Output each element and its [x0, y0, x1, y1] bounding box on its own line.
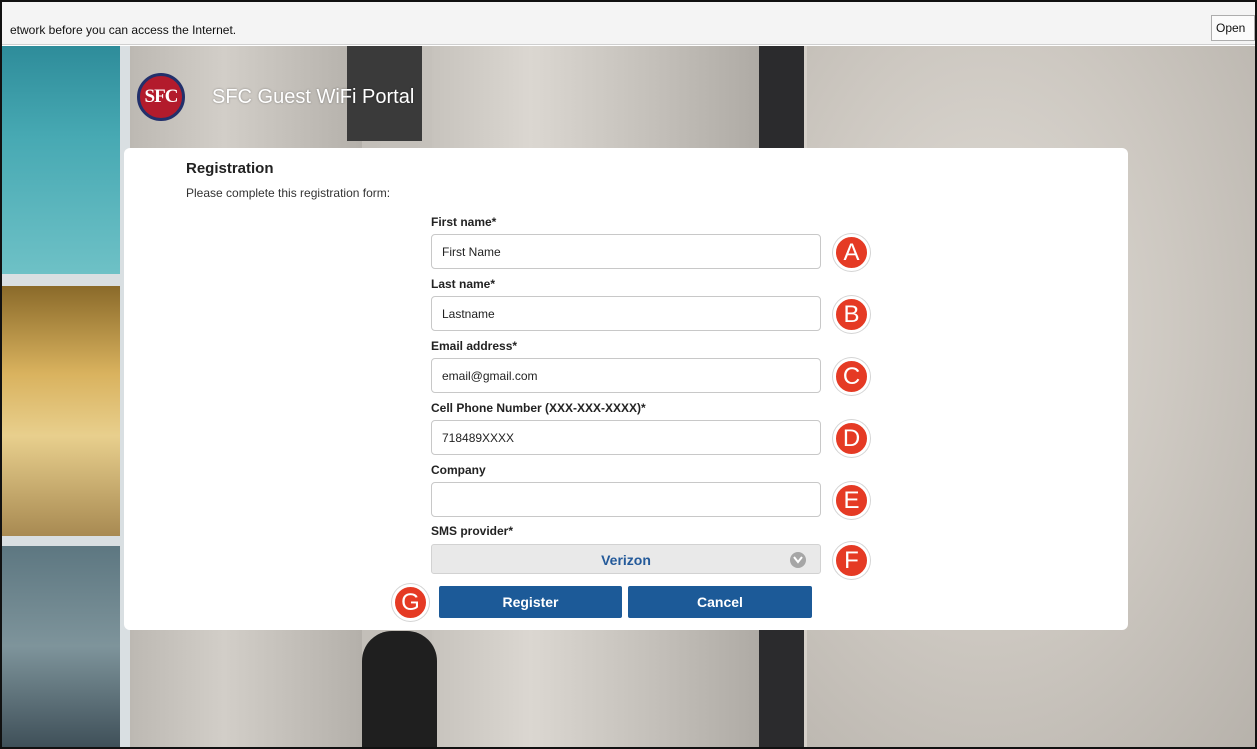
sms-provider-label: SMS provider*	[431, 524, 514, 538]
form-title: Registration	[186, 160, 274, 177]
last-name-label: Last name*	[431, 277, 496, 291]
lamp-post	[362, 631, 437, 747]
first-name-input[interactable]	[431, 234, 821, 269]
window-glass-middle	[2, 286, 120, 536]
email-input[interactable]	[431, 358, 821, 393]
chevron-down-icon	[790, 552, 806, 568]
annotation-badge-c: C	[833, 358, 870, 395]
window-mullion	[2, 536, 120, 546]
registration-panel: Registration Please complete this regist…	[124, 148, 1128, 630]
cancel-button[interactable]: Cancel	[628, 586, 812, 618]
college-logo: SFC	[137, 73, 185, 121]
annotation-badge-f: F	[833, 542, 870, 579]
logo-text: SFC	[144, 86, 179, 107]
sms-provider-select[interactable]: Verizon	[431, 544, 821, 574]
first-name-label: First name*	[431, 215, 497, 229]
annotation-badge-d: D	[833, 420, 870, 457]
portal-title: SFC Guest WiFi Portal	[212, 86, 415, 108]
annotation-badge-e: E	[833, 482, 870, 519]
phone-label: Cell Phone Number (XXX-XXX-XXXX)*	[431, 401, 646, 415]
annotation-badge-a: A	[833, 234, 870, 271]
annotation-badge-b: B	[833, 296, 870, 333]
window-glass-top	[2, 46, 120, 274]
notification-bar: etwork before you can access the Interne…	[2, 2, 1255, 45]
register-button[interactable]: Register	[439, 586, 622, 618]
open-button[interactable]: Open	[1211, 15, 1255, 41]
last-name-input[interactable]	[431, 296, 821, 331]
company-label: Company	[431, 463, 486, 477]
form-subtitle: Please complete this registration form:	[186, 186, 391, 200]
annotation-badge-g: G	[392, 584, 429, 621]
window-mullion	[2, 274, 120, 286]
company-input[interactable]	[431, 482, 821, 517]
sms-provider-value: Verizon	[601, 552, 651, 568]
email-label: Email address*	[431, 339, 518, 353]
notification-text: etwork before you can access the Interne…	[10, 23, 237, 37]
window-glass-bottom	[2, 546, 120, 747]
phone-input[interactable]	[431, 420, 821, 455]
